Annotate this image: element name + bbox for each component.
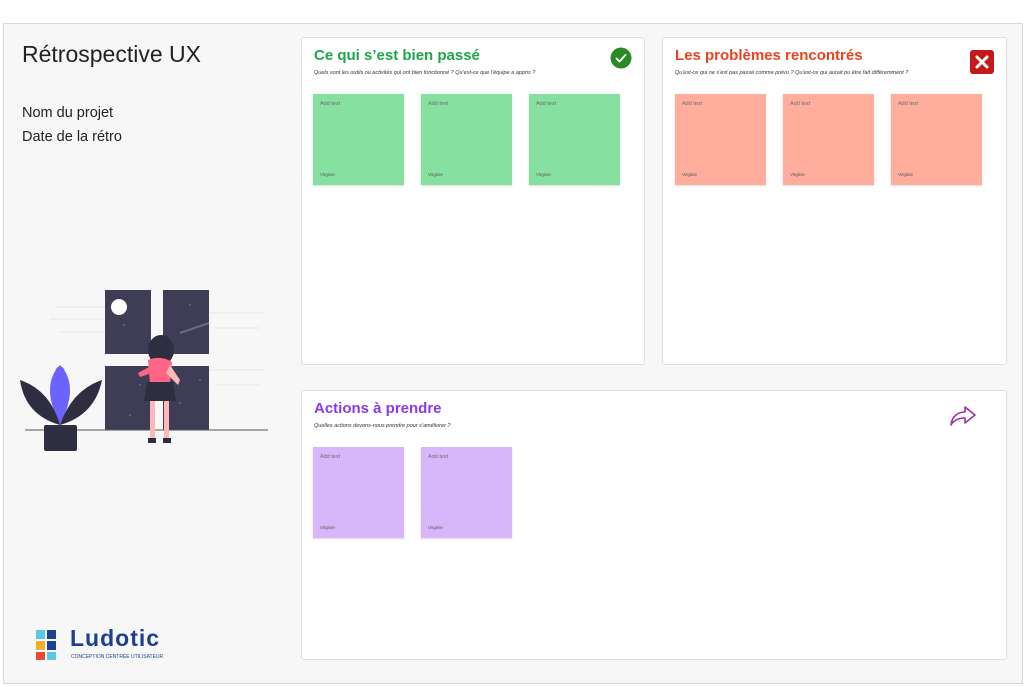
note-author: Virginie (790, 172, 805, 177)
went-well-title: Ce qui s’est bien passé (314, 47, 480, 64)
sticky-note[interactable]: Add text Virginie (313, 94, 404, 185)
actions-subtitle: Quelles actions devons-nous prendre pour… (314, 423, 451, 429)
note-text: Add text (682, 101, 703, 107)
note-text: Add text (428, 454, 449, 460)
logo-name: Ludotic (70, 625, 161, 651)
note-author: Virginie (898, 172, 913, 177)
note-author: Virginie (428, 525, 443, 530)
problems-subtitle: Qu'est-ce qui ne s'est pas passé comme p… (675, 70, 909, 76)
sticky-note[interactable]: Add text Virginie (313, 447, 404, 538)
ludotic-logo-mark-icon (36, 630, 56, 660)
note-author: Virginie (320, 525, 335, 530)
note-text: Add text (320, 454, 341, 460)
actions-title: Actions à prendre (314, 400, 442, 417)
sticky-note[interactable]: Add text Virginie (529, 94, 620, 185)
ludotic-logo: Ludotic CONCEPTION CENTRÉE UTILISATEUR (36, 625, 196, 665)
retro-date-field[interactable]: Date de la rétro (22, 129, 122, 145)
note-text: Add text (898, 101, 919, 107)
sticky-note[interactable]: Add text Virginie (421, 94, 512, 185)
sticky-note[interactable]: Add text Virginie (891, 94, 982, 185)
board-title[interactable]: Rétrospective UX (22, 41, 201, 68)
note-text: Add text (536, 101, 557, 107)
went-well-subtitle: Quels sont les outils ou activités qui o… (314, 70, 536, 76)
note-author: Virginie (682, 172, 697, 177)
note-text: Add text (320, 101, 341, 107)
note-author: Virginie (320, 172, 335, 177)
problems-panel: Les problèmes rencontrés Qu'est-ce qui n… (662, 37, 1007, 365)
problems-title: Les problèmes rencontrés (675, 47, 863, 64)
logo-tagline: CONCEPTION CENTRÉE UTILISATEUR (71, 654, 164, 660)
sticky-note[interactable]: Add text Virginie (675, 94, 766, 185)
note-author: Virginie (536, 172, 551, 177)
sticky-note[interactable]: Add text Virginie (421, 447, 512, 538)
went-well-panel: Ce qui s’est bien passé Quels sont les o… (301, 37, 645, 365)
check-circle-icon (610, 47, 632, 69)
sticky-note[interactable]: Add text Virginie (783, 94, 874, 185)
close-box-icon (970, 50, 994, 74)
project-name-field[interactable]: Nom du projet (22, 105, 113, 121)
window-woman-illustration (20, 290, 268, 451)
note-author: Virginie (428, 172, 443, 177)
note-text: Add text (428, 101, 449, 107)
actions-panel: Actions à prendre Quelles actions devons… (301, 390, 1007, 660)
note-text: Add text (790, 101, 811, 107)
share-arrow-icon (950, 406, 976, 426)
